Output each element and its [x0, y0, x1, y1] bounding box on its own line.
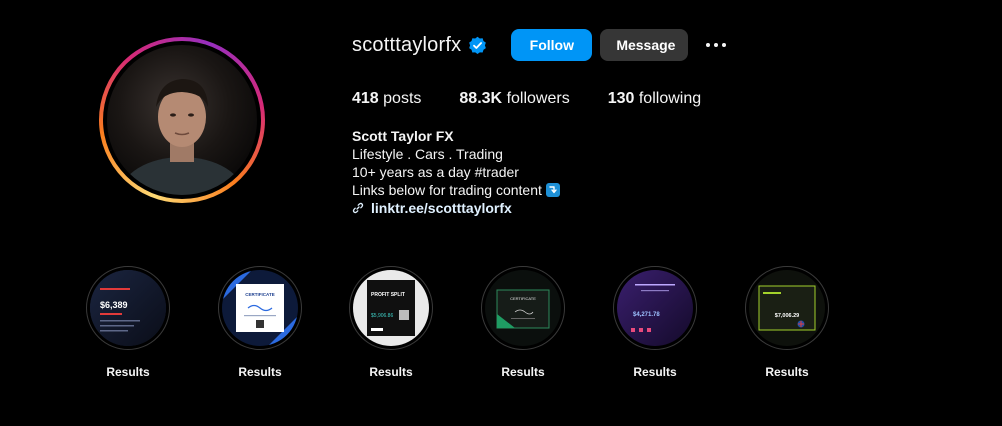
- thumb-title: PROFIT SPLIT: [371, 292, 405, 298]
- highlight-results-5[interactable]: $4,271.78 Results: [605, 266, 705, 379]
- highlight-results-6[interactable]: $7,006.29 Results: [737, 266, 837, 379]
- thumb-amount: $4,271.78: [633, 312, 660, 318]
- highlight-ring: $6,389: [86, 266, 170, 350]
- followers-count: 88.3K: [459, 90, 503, 107]
- avatar-portrait-icon: [120, 79, 244, 195]
- avatar-photo: [107, 45, 257, 195]
- display-name: Scott Taylor FX: [352, 128, 454, 144]
- highlight-thumbnail: $7,006.29: [749, 270, 825, 346]
- following-stat[interactable]: 130 following: [608, 90, 701, 108]
- highlight-ring: PROFIT SPLIT $5,906.86: [349, 266, 433, 350]
- follow-button[interactable]: Follow: [511, 29, 593, 61]
- profile-avatar[interactable]: [99, 37, 265, 203]
- highlight-results-4[interactable]: CERTIFICATE Results: [473, 266, 573, 379]
- following-count: 130: [607, 90, 635, 107]
- bio-line-2: 10+ years as a day #trader: [352, 164, 519, 180]
- highlight-label: Results: [369, 365, 413, 379]
- profile-header: scotttaylorfx Follow Message: [352, 28, 730, 62]
- bio-line-1: Lifestyle . Cars . Trading: [352, 146, 503, 162]
- more-dot: [706, 43, 711, 47]
- thumb-amount: $7,006.29: [775, 313, 799, 319]
- svg-text:$5,906.86: $5,906.86: [371, 313, 393, 319]
- bio-line-3: Links below for trading content: [352, 182, 542, 198]
- down-arrow-emoji-icon: [545, 183, 560, 197]
- highlight-label: Results: [765, 365, 809, 379]
- highlight-label: Results: [633, 365, 677, 379]
- highlight-thumbnail: $6,389: [90, 270, 166, 346]
- bio-line-3-wrap: Links below for trading content: [352, 181, 560, 199]
- highlight-ring: $4,271.78: [613, 266, 697, 350]
- link-icon: [352, 202, 364, 214]
- highlight-ring: CERTIFICATE: [481, 266, 565, 350]
- thumb-amount: $6,389: [100, 300, 128, 310]
- highlight-label: Results: [501, 365, 545, 379]
- highlight-thumbnail: $4,271.78: [617, 270, 693, 346]
- posts-count: 418: [352, 90, 379, 107]
- more-dot: [714, 43, 719, 47]
- followers-label: followers: [506, 90, 570, 107]
- profile-bio: Scott Taylor FX Lifestyle . Cars . Tradi…: [352, 127, 560, 217]
- bio-link-text: linktr.ee/scotttaylorfx: [371, 200, 512, 216]
- more-dot: [722, 43, 727, 47]
- posts-label: posts: [383, 90, 422, 107]
- highlight-ring: $7,006.29: [745, 266, 829, 350]
- username: scotttaylorfx: [352, 33, 462, 56]
- highlight-results-3[interactable]: PROFIT SPLIT $5,906.86 Results: [341, 266, 441, 379]
- highlight-thumbnail: CERTIFICATE: [222, 270, 298, 346]
- highlight-results-1[interactable]: $6,389 Results: [78, 266, 178, 379]
- highlight-label: Results: [238, 365, 282, 379]
- message-button[interactable]: Message: [600, 29, 689, 61]
- highlight-label: Results: [106, 365, 150, 379]
- highlight-results-2[interactable]: CERTIFICATE Results: [210, 266, 310, 379]
- highlight-thumbnail: PROFIT SPLIT $5,906.86: [353, 270, 429, 346]
- verified-badge-icon: [469, 36, 487, 54]
- more-options-icon[interactable]: [702, 39, 730, 51]
- following-label: following: [638, 90, 702, 107]
- highlight-ring: CERTIFICATE: [218, 266, 302, 350]
- bio-link[interactable]: linktr.ee/scotttaylorfx: [352, 199, 560, 217]
- thumb-title: CERTIFICATE: [245, 292, 274, 297]
- highlight-thumbnail: CERTIFICATE: [485, 270, 561, 346]
- thumb-title: CERTIFICATE: [510, 296, 536, 301]
- followers-stat[interactable]: 88.3K followers: [459, 90, 569, 108]
- posts-stat: 418 posts: [352, 90, 421, 108]
- profile-stats: 418 posts 88.3K followers 130 following: [352, 90, 739, 108]
